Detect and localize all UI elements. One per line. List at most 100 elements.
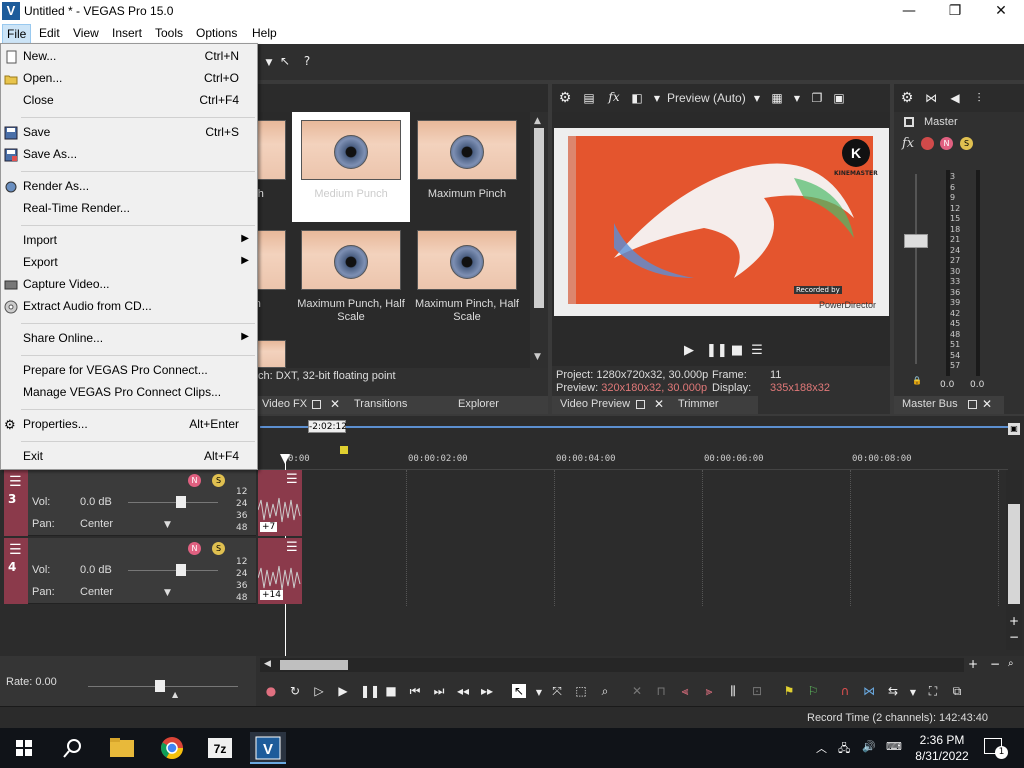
timeline-hscroll[interactable]: ◀: [260, 658, 964, 672]
network-icon[interactable]: 🖧: [838, 740, 850, 759]
fx-thumb-maximum-pinch-half-scale[interactable]: [417, 230, 517, 290]
dropdown-arrow-icon[interactable]: ▼: [790, 92, 804, 106]
play-icon[interactable]: ▶: [336, 684, 350, 698]
vol-slider-handle[interactable]: [176, 496, 186, 508]
go-to-end-icon[interactable]: ⏭: [432, 684, 446, 698]
menu-item-import[interactable]: Import ▶: [1, 230, 257, 252]
scroll-left-icon[interactable]: ◀: [264, 659, 271, 669]
gear-icon[interactable]: ⚙: [900, 91, 914, 105]
mixer-icon[interactable]: ⫶: [972, 91, 986, 105]
tab-master-bus[interactable]: Master Bus: [902, 396, 958, 414]
track-menu-icon[interactable]: ☰: [9, 474, 22, 490]
menu-item-capture-video[interactable]: Capture Video...: [1, 274, 257, 296]
zoom-in-icon[interactable]: +: [1009, 614, 1019, 628]
tab-video-preview[interactable]: Video Preview: [560, 396, 630, 414]
overlays-grid-icon[interactable]: ▦: [770, 91, 784, 105]
chrome-icon[interactable]: [154, 732, 190, 764]
menu-tools[interactable]: Tools: [151, 24, 187, 44]
menu-item-save-as[interactable]: Save As...: [1, 144, 257, 166]
pause-icon[interactable]: ❚❚: [706, 344, 728, 358]
menu-item-render-as[interactable]: Render As...: [1, 176, 257, 198]
menu-item-extract-audio[interactable]: Extract Audio from CD...: [1, 296, 257, 318]
undock-icon[interactable]: [312, 400, 321, 409]
play-from-start-icon[interactable]: ▷: [312, 684, 326, 698]
volume-icon[interactable]: 🔊: [862, 740, 876, 753]
normal-edit-tool-icon[interactable]: ↖: [512, 684, 526, 698]
vegas-taskbar-icon[interactable]: V: [250, 732, 286, 764]
dim-output-icon[interactable]: ◀: [948, 91, 962, 105]
7zip-icon[interactable]: 7z: [202, 732, 238, 764]
help-icon[interactable]: ?: [300, 54, 314, 68]
record-icon[interactable]: ●: [264, 684, 278, 698]
menu-edit[interactable]: Edit: [35, 24, 64, 44]
file-explorer-icon[interactable]: [104, 732, 140, 764]
dropdown-arrow-icon[interactable]: ▼: [750, 92, 764, 106]
close-button[interactable]: ✕: [978, 0, 1024, 24]
snapping-icon[interactable]: ∩: [838, 684, 852, 698]
delete-icon[interactable]: ✕: [630, 684, 644, 698]
menu-options[interactable]: Options: [192, 24, 241, 44]
menu-insert[interactable]: Insert: [108, 24, 146, 44]
vol-slider[interactable]: [128, 570, 218, 571]
undock-icon[interactable]: [636, 400, 645, 409]
undock-icon[interactable]: [968, 400, 977, 409]
ignore-grouping-icon[interactable]: ⧉: [950, 684, 964, 698]
mute-icon[interactable]: N: [188, 474, 201, 487]
auto-crossfade-icon[interactable]: ⋈: [862, 684, 876, 698]
lock-icon[interactable]: 🔒: [912, 376, 922, 385]
selection-tool-icon[interactable]: ⬚: [574, 684, 588, 698]
audio-clip[interactable]: ☰ +14: [258, 538, 302, 604]
menu-item-properties[interactable]: ⚙ Properties... Alt+Enter: [1, 414, 257, 436]
mute-icon[interactable]: N: [940, 137, 953, 150]
fx-scrollbar[interactable]: ▲ ▼: [530, 112, 548, 368]
dropdown-arrow-icon[interactable]: ▼: [650, 92, 664, 106]
save-snapshot-icon[interactable]: ▣: [832, 91, 846, 105]
vscroll-thumb[interactable]: [1008, 504, 1020, 604]
audio-clip[interactable]: ☰ +7: [258, 470, 302, 536]
zoom-out-icon[interactable]: −: [1009, 630, 1019, 644]
zoom-tool-icon[interactable]: ⌕: [598, 684, 612, 698]
search-icon[interactable]: [54, 732, 90, 764]
stop-icon[interactable]: ■: [730, 344, 744, 358]
menu-item-new[interactable]: New... Ctrl+N: [1, 46, 257, 68]
restore-button[interactable]: ❐: [932, 0, 978, 24]
lock-icon[interactable]: ⊡: [750, 684, 764, 698]
ripple-edit-icon[interactable]: ⇆: [886, 684, 900, 698]
fx-thumb-maximum-punch-half-scale[interactable]: [301, 230, 401, 290]
insert-marker-icon[interactable]: ⚑: [782, 684, 796, 698]
rate-reset-icon[interactable]: ▲: [172, 690, 178, 699]
track-header[interactable]: ☰ 4 N S Vol: 0.0 dB Pan: Center ▼: [4, 538, 256, 604]
trim-end-icon[interactable]: ⫸: [702, 684, 716, 698]
fx-icon[interactable]: fx: [607, 90, 621, 104]
play-icon[interactable]: ▶: [682, 344, 696, 358]
preview-properties-icon[interactable]: ▤: [582, 91, 596, 105]
pause-icon[interactable]: ❚❚: [360, 684, 380, 698]
fx-icon[interactable]: fx: [902, 136, 914, 151]
magnifier-icon[interactable]: ⌕: [1008, 658, 1014, 669]
scroll-up-icon[interactable]: ▲: [534, 116, 541, 126]
solo-icon[interactable]: S: [960, 137, 973, 150]
trim-start-icon[interactable]: ⫷: [678, 684, 692, 698]
split-icon[interactable]: ⫼: [726, 684, 740, 698]
tab-explorer[interactable]: Explorer: [458, 396, 499, 414]
dropdown-arrow-icon[interactable]: ▼: [262, 56, 276, 70]
close-tab-icon[interactable]: ✕: [330, 397, 340, 411]
menu-item-prepare-connect[interactable]: Prepare for VEGAS Pro Connect...: [1, 360, 257, 382]
windows-start-icon[interactable]: [6, 732, 42, 764]
dropdown-arrow-icon[interactable]: ▼: [906, 686, 920, 700]
pan-slider-handle[interactable]: ▼: [164, 588, 171, 598]
tab-video-fx[interactable]: Video FX: [262, 396, 307, 414]
envelope-tool-icon[interactable]: ⤧: [550, 684, 564, 698]
menu-icon[interactable]: ☰: [750, 344, 764, 358]
track-menu-icon[interactable]: ☰: [9, 542, 22, 558]
menu-item-exit[interactable]: Exit Alt+F4: [1, 446, 257, 468]
pan-slider-handle[interactable]: ▼: [164, 520, 171, 530]
downmix-icon[interactable]: ⋈: [924, 91, 938, 105]
vol-slider-handle[interactable]: [176, 564, 186, 576]
solo-icon[interactable]: S: [212, 542, 225, 555]
clip-menu-icon[interactable]: ☰: [286, 472, 298, 487]
close-tab-icon[interactable]: ✕: [654, 397, 664, 411]
prev-frame-icon[interactable]: ◂◂: [456, 684, 470, 698]
vegas-app-icon[interactable]: V: [2, 2, 20, 20]
close-tab-icon[interactable]: ✕: [982, 397, 992, 411]
